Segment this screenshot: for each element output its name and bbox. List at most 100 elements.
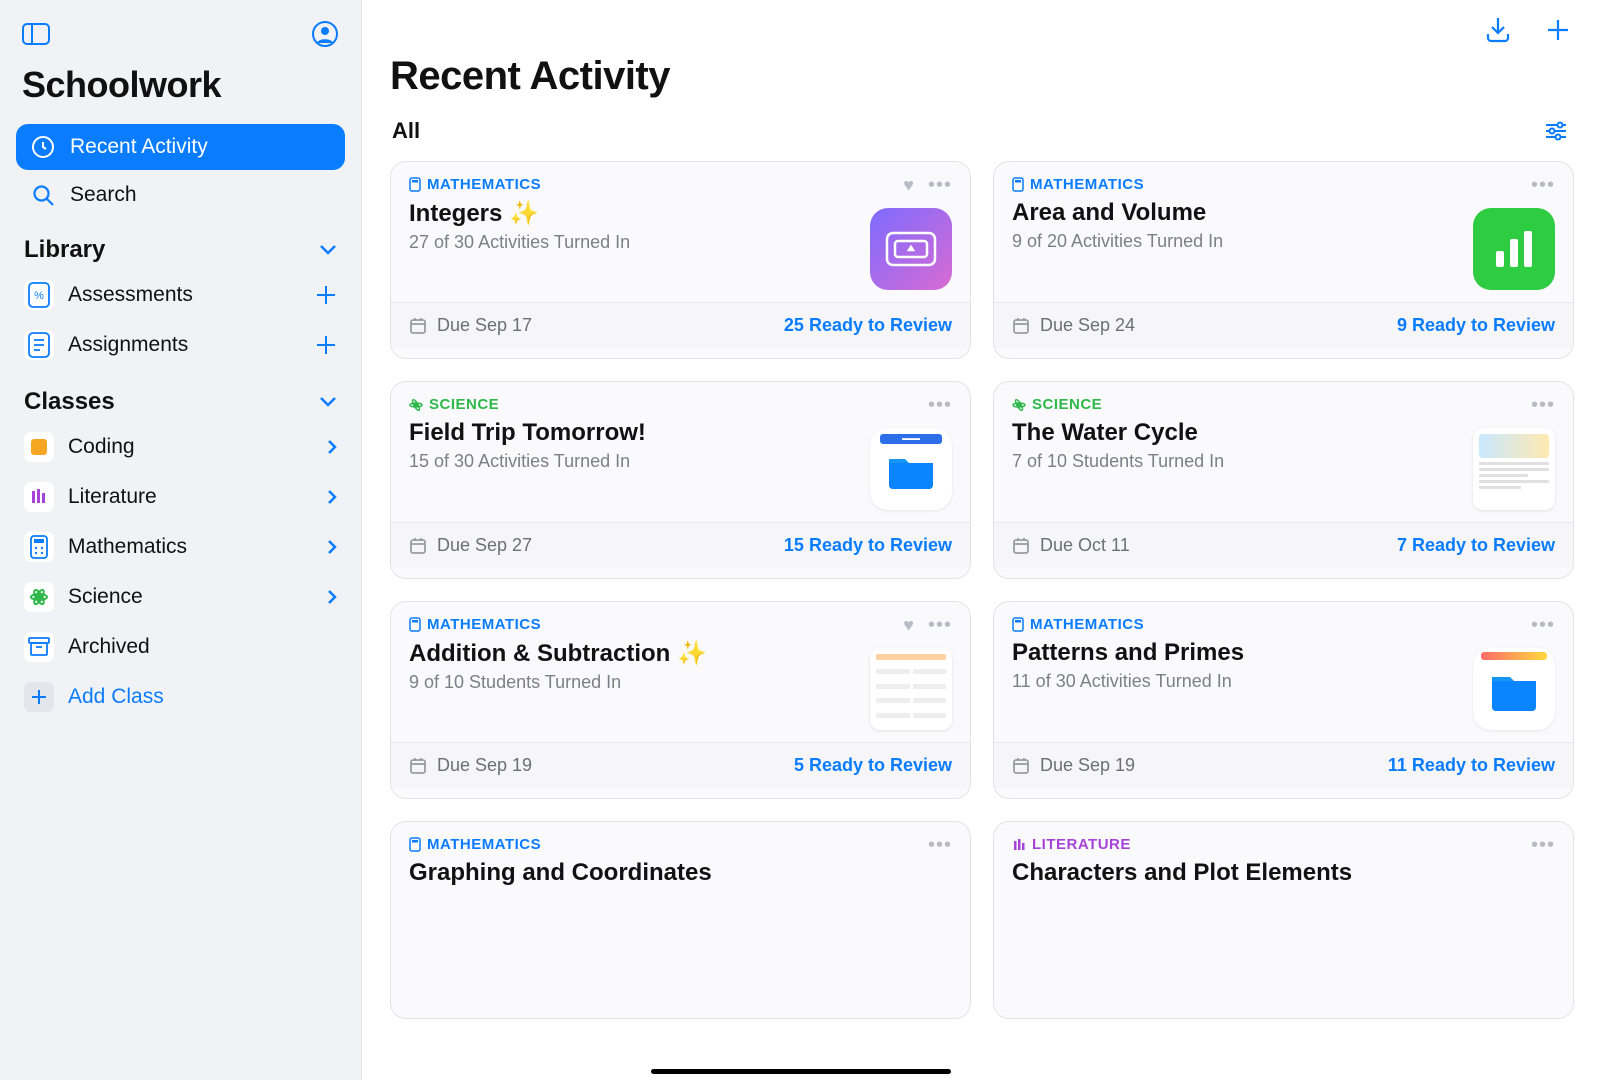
main-content: Recent Activity All MATHEMATICSIntegers …	[362, 0, 1602, 1080]
due-date: Due Sep 19	[1040, 755, 1135, 776]
sidebar-item-recent-activity[interactable]: Recent Activity	[16, 124, 345, 170]
download-button[interactable]	[1482, 14, 1514, 46]
assignments-icon	[24, 330, 54, 360]
ready-to-review-link[interactable]: 25 Ready to Review	[784, 315, 952, 336]
sidebar-item-label: Literature	[68, 485, 157, 509]
more-options-button[interactable]: •••	[1531, 840, 1555, 850]
card-subtitle: 9 of 10 Students Turned In	[409, 672, 858, 693]
subject-label: MATHEMATICS	[427, 176, 541, 193]
more-options-button[interactable]: •••	[928, 180, 952, 190]
due-date: Due Sep 19	[437, 755, 532, 776]
subject-icon	[1012, 398, 1026, 412]
activity-card[interactable]: LITERATURE Characters and Plot Elements ••…	[993, 821, 1574, 1019]
sidebar-item-label: Assessments	[68, 283, 193, 307]
assessments-icon: %	[24, 280, 54, 310]
subject-badge: LITERATURE	[1012, 836, 1519, 853]
due-date: Due Oct 11	[1040, 535, 1130, 556]
more-options-button[interactable]: •••	[1531, 620, 1555, 630]
due-date: Due Sep 27	[437, 535, 532, 556]
chevron-right-icon	[327, 489, 337, 505]
sidebar: Schoolwork Recent Activity Search Librar…	[0, 0, 362, 1080]
library-section-header[interactable]: Library	[12, 218, 349, 270]
subject-badge: MATHEMATICS	[409, 616, 858, 633]
coding-icon	[24, 432, 54, 462]
sidebar-item-literature[interactable]: Literature	[12, 472, 349, 522]
ready-to-review-link[interactable]: 11 Ready to Review	[1388, 755, 1555, 776]
cards-grid[interactable]: MATHEMATICSIntegers ✨27 of 30 Activities…	[362, 151, 1602, 1080]
activity-card[interactable]: MATHEMATICSArea and Volume9 of 20 Activi…	[993, 161, 1574, 359]
subject-badge: SCIENCE	[409, 396, 858, 413]
subject-badge: MATHEMATICS	[1012, 616, 1461, 633]
science-icon	[24, 582, 54, 612]
activity-card[interactable]: MATHEMATICSIntegers ✨27 of 30 Activities…	[390, 161, 971, 359]
more-options-button[interactable]: •••	[928, 620, 952, 630]
subject-icon	[1012, 177, 1024, 192]
toggle-sidebar-icon[interactable]	[20, 18, 52, 50]
calendar-icon	[409, 537, 427, 555]
subject-icon	[409, 177, 421, 192]
subject-label: LITERATURE	[1032, 836, 1131, 853]
favorite-icon[interactable]: ♥	[903, 175, 914, 196]
card-title: Graphing and Coordinates	[409, 859, 916, 887]
more-options-button[interactable]: •••	[1531, 180, 1555, 190]
activity-card[interactable]: SCIENCEThe Water Cycle7 of 10 Students T…	[993, 381, 1574, 579]
filter-label[interactable]: All	[392, 118, 420, 144]
activity-card[interactable]: SCIENCE Field Trip Tomorrow! 15 of 30 Acti…	[390, 381, 971, 579]
sidebar-item-search[interactable]: Search	[16, 172, 345, 218]
add-button[interactable]	[1542, 14, 1574, 46]
search-icon	[30, 182, 56, 208]
subject-badge: MATHEMATICS	[1012, 176, 1461, 193]
subject-label: SCIENCE	[1032, 396, 1102, 413]
ready-to-review-link[interactable]: 15 Ready to Review	[784, 535, 952, 556]
add-class-button[interactable]: Add Class	[12, 672, 349, 722]
sidebar-item-label: Science	[68, 585, 143, 609]
card-thumbnail	[870, 208, 952, 290]
due-date: Due Sep 24	[1040, 315, 1135, 336]
calendar-icon	[1012, 537, 1030, 555]
card-subtitle: 9 of 20 Activities Turned In	[1012, 231, 1461, 252]
ready-to-review-link[interactable]: 7 Ready to Review	[1397, 535, 1555, 556]
clock-icon	[30, 134, 56, 160]
more-options-button[interactable]: •••	[928, 400, 952, 410]
chevron-right-icon	[327, 589, 337, 605]
chevron-right-icon	[327, 439, 337, 455]
sidebar-item-assessments[interactable]: % Assessments	[12, 270, 349, 320]
due-date: Due Sep 17	[437, 315, 532, 336]
card-subtitle: 15 of 30 Activities Turned In	[409, 451, 858, 472]
classes-section-header[interactable]: Classes	[12, 370, 349, 422]
activity-card[interactable]: MATHEMATICSAddition & Subtraction ✨9 of …	[390, 601, 971, 799]
activity-card[interactable]: MATHEMATICSGraphing and Coordinates•••	[390, 821, 971, 1019]
add-assignment-button[interactable]	[315, 334, 337, 356]
sidebar-item-assignments[interactable]: Assignments	[12, 320, 349, 370]
card-title: Field Trip Tomorrow!	[409, 419, 858, 447]
profile-icon[interactable]	[309, 18, 341, 50]
card-thumbnail	[1473, 208, 1555, 290]
card-subtitle: 27 of 30 Activities Turned In	[409, 232, 858, 253]
section-title: Library	[24, 236, 105, 264]
add-class-label: Add Class	[68, 685, 164, 709]
card-thumbnail	[1473, 428, 1555, 510]
more-options-button[interactable]: •••	[928, 840, 952, 850]
sidebar-item-coding[interactable]: Coding	[12, 422, 349, 472]
filter-settings-button[interactable]	[1540, 115, 1572, 147]
sidebar-item-archived[interactable]: Archived	[12, 622, 349, 672]
sidebar-item-science[interactable]: Science	[12, 572, 349, 622]
add-assessment-button[interactable]	[315, 284, 337, 306]
literature-icon	[24, 482, 54, 512]
card-title: The Water Cycle	[1012, 419, 1461, 447]
calendar-icon	[409, 317, 427, 335]
card-thumbnail: ▬▬▬	[870, 428, 952, 510]
sidebar-item-label: Archived	[68, 635, 150, 659]
card-title: Characters and Plot Elements	[1012, 859, 1519, 887]
subject-icon	[409, 837, 421, 852]
ready-to-review-link[interactable]: 9 Ready to Review	[1397, 315, 1555, 336]
chevron-right-icon	[327, 539, 337, 555]
card-subtitle: 11 of 30 Activities Turned In	[1012, 671, 1461, 692]
sidebar-item-label: Mathematics	[68, 535, 187, 559]
ready-to-review-link[interactable]: 5 Ready to Review	[794, 755, 952, 776]
subject-label: SCIENCE	[429, 396, 499, 413]
favorite-icon[interactable]: ♥	[903, 615, 914, 636]
more-options-button[interactable]: •••	[1531, 400, 1555, 410]
activity-card[interactable]: MATHEMATICSPatterns and Primes11 of 30 A…	[993, 601, 1574, 799]
sidebar-item-mathematics[interactable]: Mathematics	[12, 522, 349, 572]
